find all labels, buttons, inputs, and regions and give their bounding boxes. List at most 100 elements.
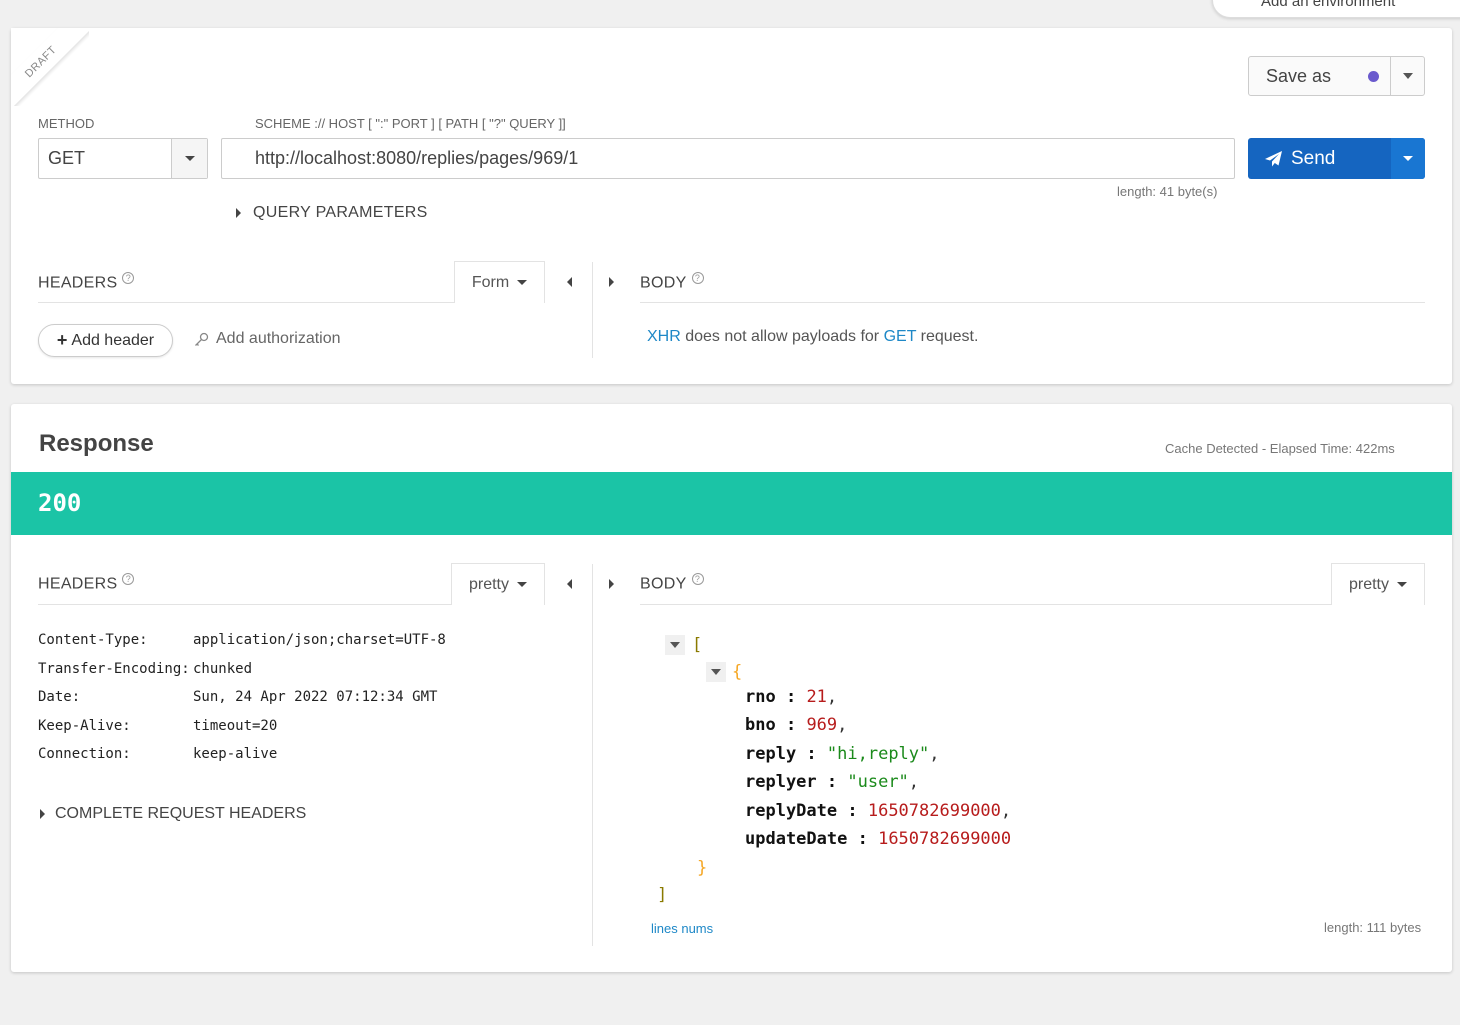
header-value: chunked [193, 660, 253, 677]
json-field: replyDate : 1650782699000, [745, 801, 1012, 821]
body-length: length: 111 bytes [1324, 920, 1422, 935]
json-field: rno : 21, [745, 687, 838, 707]
header-value: timeout=20 [193, 717, 278, 734]
chevron-down-icon[interactable] [1391, 138, 1425, 179]
header-key: Date: [38, 689, 81, 706]
expand-right-icon[interactable] [609, 274, 614, 292]
chevron-down-icon [517, 280, 528, 285]
json-key: reply [745, 744, 797, 764]
request-panel: DRAFT METHOD SCHEME :// HOST [ ":" PORT … [11, 28, 1452, 384]
headers-mode-select[interactable]: Form [454, 261, 545, 303]
response-panel: Response Cache Detected - Elapsed Time: … [11, 404, 1452, 972]
chevron-down-icon[interactable] [1390, 57, 1424, 95]
body-mode-label: pretty [1348, 575, 1389, 593]
json-value: 21 [806, 687, 827, 707]
json-comma: , [1000, 801, 1012, 821]
json-key: rno [745, 687, 776, 707]
chevron-down-icon [1397, 582, 1407, 587]
draft-ribbon: DRAFT [11, 28, 89, 106]
query-parameters-label: QUERY PARAMETERS [253, 204, 428, 221]
array-open-bracket: [ [692, 635, 703, 655]
json-key: replyDate [745, 801, 838, 821]
json-field: bno : 969, [745, 715, 848, 735]
response-body-mode-select[interactable]: pretty [1331, 563, 1425, 605]
method-value: GET [48, 148, 86, 168]
xhr-keyword: XHR [647, 328, 681, 345]
json-comma: , [929, 744, 940, 764]
caret-right-icon [40, 809, 45, 819]
json-field: replyer : "user", [745, 772, 920, 792]
response-body-title: BODY? [640, 573, 704, 593]
response-headers-table: Content-Type: application/json;charset=UT… [38, 626, 446, 769]
json-comma: , [908, 772, 920, 792]
help-icon[interactable]: ? [122, 272, 135, 284]
environment-label: Add an environment [1261, 0, 1396, 10]
body-message-end: request. [916, 328, 979, 345]
header-value: Sun, 24 Apr 2022 07:12:34 GMT [193, 689, 438, 706]
headers-mode-label: Form [471, 273, 510, 291]
header-key: Connection: [38, 746, 131, 763]
get-keyword: GET [883, 328, 917, 345]
json-value: 1650782699000 [878, 829, 1012, 849]
caret-right-icon [236, 208, 241, 218]
request-body-label: BODY [640, 274, 687, 292]
header-value: keep-alive [193, 746, 278, 763]
url-length: length: 41 byte(s) [1117, 184, 1218, 199]
lines-nums-link[interactable]: lines nums [651, 921, 713, 936]
url-format-label: SCHEME :// HOST [ ":" PORT ] [ PATH [ "?… [255, 116, 566, 131]
json-comma: , [826, 687, 838, 707]
save-as-button[interactable]: Save as [1248, 56, 1425, 96]
response-headers-mode-select[interactable]: pretty [451, 563, 545, 605]
status-code-bar: 200 [11, 472, 1452, 535]
help-icon[interactable]: ? [691, 272, 704, 284]
response-title: Response [39, 430, 154, 457]
url-input[interactable] [221, 138, 1235, 179]
response-body-label: BODY [640, 575, 687, 593]
header-row: Date: Sun, 24 Apr 2022 07:12:34 GMT [38, 683, 446, 712]
status-code: 200 [38, 489, 82, 517]
json-key: replyer [745, 772, 817, 792]
json-value: "user" [847, 772, 909, 792]
json-value: 969 [806, 715, 838, 735]
collapse-array-toggle[interactable] [665, 635, 685, 655]
body-payload-message: XHR does not allow payloads for GET requ… [647, 328, 978, 346]
query-parameters-toggle[interactable]: QUERY PARAMETERS [236, 204, 428, 222]
add-authorization-label: Add authorization [216, 330, 341, 347]
request-headers-label: HEADERS [38, 274, 118, 292]
chevron-down-icon [517, 582, 527, 587]
json-value: 1650782699000 [867, 801, 1001, 821]
unsaved-dot-icon [1368, 70, 1379, 82]
method-select[interactable]: GET [38, 138, 208, 179]
add-authorization-link[interactable]: Add authorization [194, 330, 341, 348]
complete-request-headers-label: COMPLETE REQUEST HEADERS [55, 805, 307, 822]
header-row: Transfer-Encoding: chunked [38, 655, 446, 684]
json-key: bno [745, 715, 776, 735]
complete-request-headers-toggle[interactable]: COMPLETE REQUEST HEADERS [40, 805, 306, 823]
environment-selector[interactable]: Add an environment [1212, 0, 1460, 18]
add-header-button[interactable]: + Add header [38, 324, 173, 357]
json-key: updateDate [745, 829, 848, 849]
headers-mode-label: pretty [468, 575, 509, 593]
json-comma: , [837, 715, 848, 735]
object-close-brace: } [697, 858, 708, 878]
elapsed-time: Cache Detected - Elapsed Time: 422ms [1165, 441, 1395, 456]
expand-right-icon[interactable] [609, 576, 614, 594]
json-field: reply : "hi,reply", [745, 744, 940, 764]
response-headers-label: HEADERS [38, 575, 118, 593]
header-row: Content-Type: application/json;charset=UT… [38, 626, 446, 655]
chevron-down-icon[interactable] [171, 139, 207, 178]
request-headers-title: HEADERS? [38, 272, 135, 292]
header-key: Transfer-Encoding: [38, 660, 190, 677]
key-icon [195, 332, 209, 346]
help-icon[interactable]: ? [691, 573, 704, 585]
body-message-text: does not allow payloads for [680, 328, 884, 345]
response-headers-title: HEADERS? [38, 573, 135, 593]
json-value: "hi,reply" [826, 744, 930, 764]
send-button[interactable]: Send [1248, 138, 1425, 179]
collapse-left-icon[interactable] [567, 274, 572, 292]
plus-icon: + [56, 330, 68, 350]
collapse-object-toggle[interactable] [706, 662, 726, 682]
header-value: application/json;charset=UTF-8 [193, 632, 446, 649]
collapse-left-icon[interactable] [567, 576, 572, 594]
help-icon[interactable]: ? [122, 573, 135, 585]
